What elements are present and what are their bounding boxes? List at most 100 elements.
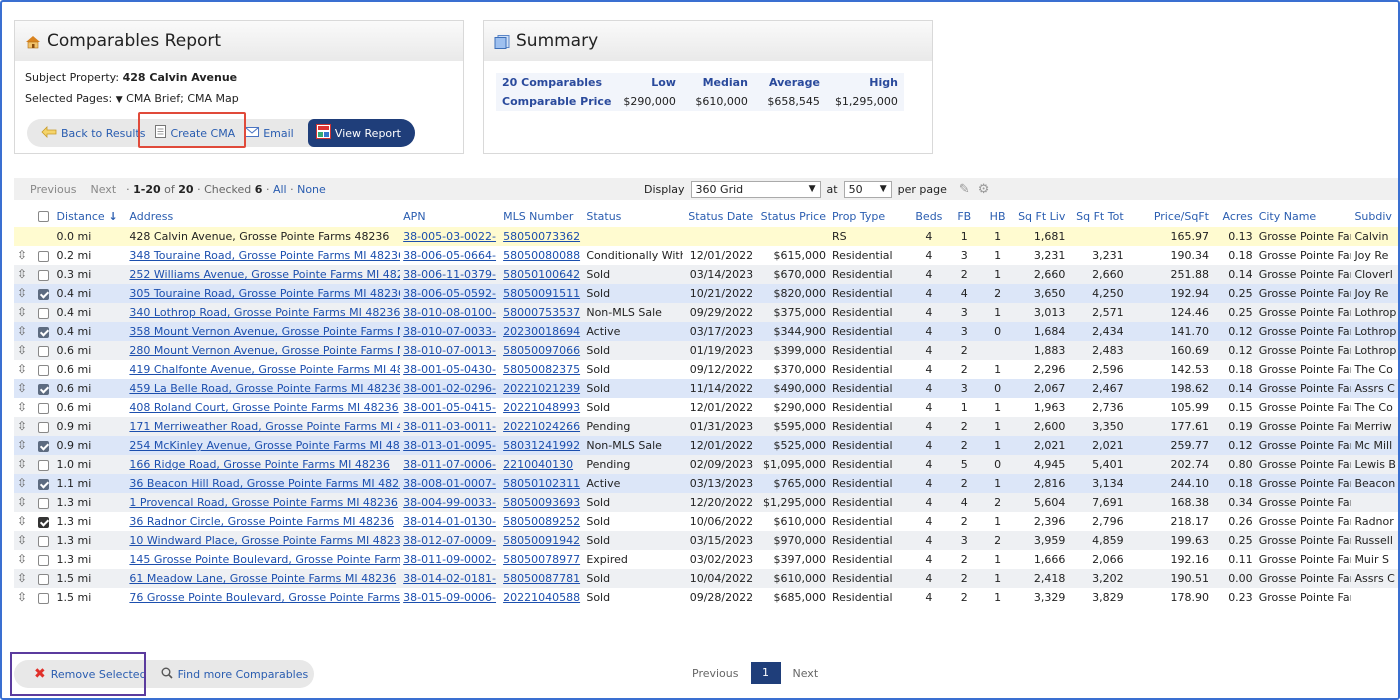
drag-handle-icon[interactable]: ⇳ — [17, 514, 27, 528]
col-mls-number[interactable]: MLS Number — [500, 205, 584, 227]
address-link[interactable]: 145 Grosse Pointe Boulevard, Grosse Poin… — [129, 553, 400, 566]
col-hb[interactable]: HB — [980, 205, 1015, 227]
drag-handle-icon[interactable]: ⇳ — [17, 533, 27, 547]
gear-icon[interactable]: ⚙ — [978, 182, 990, 197]
mls-link[interactable]: 58000753537 — [503, 306, 580, 319]
drag-handle-icon[interactable]: ⇳ — [17, 343, 27, 357]
back-to-results-button[interactable]: Back to Results — [41, 125, 145, 141]
mls-link[interactable]: 58050097066 — [503, 344, 580, 357]
row-select[interactable] — [34, 569, 54, 588]
row-select[interactable] — [34, 455, 54, 474]
row-grip[interactable]: ⇳ — [14, 246, 35, 265]
col-prop-type[interactable]: Prop Type — [828, 205, 911, 227]
pager-next[interactable]: Next — [793, 667, 819, 680]
table-row[interactable]: ⇳ 1.0 mi 166 Ridge Road, Grosse Pointe Far… — [14, 455, 1398, 474]
address-link[interactable]: 166 Ridge Road, Grosse Pointe Farms MI 4… — [129, 458, 389, 471]
row-grip[interactable]: ⇳ — [14, 360, 35, 379]
row-checkbox[interactable] — [37, 516, 49, 528]
apn-link[interactable]: 38-011-09-0002- — [403, 553, 496, 566]
apn-link[interactable]: 38-006-05-0592- — [403, 287, 496, 300]
table-row[interactable]: ⇳ 0.4 mi 305 Touraine Road, Grosse Pointe … — [14, 284, 1398, 303]
address-link[interactable]: 10 Windward Place, Grosse Pointe Farms M… — [129, 534, 400, 547]
table-row[interactable]: ⇳ 1.3 mi 36 Radnor Circle, Grosse Pointe F… — [14, 512, 1398, 531]
apn-link[interactable]: 38-014-02-0181- — [403, 572, 496, 585]
col-sqft-liv[interactable]: Sq Ft Liv — [1014, 205, 1069, 227]
table-row[interactable]: ⇳ 0.6 mi 280 Mount Vernon Avenue, Grosse P… — [14, 341, 1398, 360]
table-row[interactable]: ⇳ 0.4 mi 358 Mount Vernon Avenue, Grosse P… — [14, 322, 1398, 341]
mls-link[interactable]: 20221024266 — [503, 420, 580, 433]
mls-link[interactable]: 58050089252 — [503, 515, 580, 528]
row-select[interactable] — [34, 360, 54, 379]
header-checkbox[interactable] — [37, 211, 49, 222]
apn-link[interactable]: 38-001-05-0430- — [403, 363, 496, 376]
row-grip[interactable]: ⇳ — [14, 303, 35, 322]
email-button[interactable]: Email — [245, 126, 294, 140]
row-select[interactable] — [34, 246, 54, 265]
row-grip[interactable]: ⇳ — [14, 455, 35, 474]
col-subdiv[interactable]: Subdiv — [1351, 205, 1398, 227]
edit-icon[interactable]: ✎ — [959, 182, 970, 197]
row-grip[interactable]: ⇳ — [14, 265, 35, 284]
row-checkbox[interactable] — [37, 250, 49, 262]
table-row[interactable]: ⇳ 0.9 mi 171 Merriweather Road, Grosse Poi… — [14, 417, 1398, 436]
drag-handle-icon[interactable]: ⇳ — [17, 552, 27, 566]
row-select[interactable] — [34, 398, 54, 417]
col-acres[interactable]: Acres — [1211, 205, 1256, 227]
col-fb[interactable]: FB — [947, 205, 981, 227]
col-sqft-tot[interactable]: Sq Ft Tot — [1068, 205, 1127, 227]
table-row[interactable]: ⇳ 1.5 mi 61 Meadow Lane, Grosse Pointe Far… — [14, 569, 1398, 588]
drag-handle-icon[interactable]: ⇳ — [17, 381, 27, 395]
subject-row[interactable]: 0.0 mi 428 Calvin Avenue, Grosse Pointe F… — [14, 227, 1398, 246]
col-city-name[interactable]: City Name — [1255, 205, 1352, 227]
table-row[interactable]: ⇳ 1.3 mi 145 Grosse Pointe Boulevard, Gros… — [14, 550, 1398, 569]
table-row[interactable]: ⇳ 1.3 mi 1 Provencal Road, Grosse Pointe F… — [14, 493, 1398, 512]
address-link[interactable]: 76 Grosse Pointe Boulevard, Grosse Point… — [129, 591, 400, 604]
row-select[interactable] — [34, 322, 54, 341]
row-checkbox[interactable] — [37, 288, 49, 300]
drag-handle-icon[interactable]: ⇳ — [17, 590, 27, 604]
mls-link[interactable]: 58050078977 — [503, 553, 580, 566]
row-grip[interactable]: ⇳ — [14, 550, 35, 569]
drag-handle-icon[interactable]: ⇳ — [17, 571, 27, 585]
col-status[interactable]: Status — [583, 205, 684, 227]
mls-link[interactable]: 2210040130 — [503, 458, 573, 471]
apn-link[interactable]: 38-014-01-0130- — [403, 515, 496, 528]
row-select[interactable] — [34, 227, 54, 246]
address-link[interactable]: 36 Beacon Hill Road, Grosse Pointe Farms… — [129, 477, 400, 490]
apn-link[interactable]: 38-013-01-0095- — [403, 439, 496, 452]
toolbar-previous-link[interactable]: Previous — [30, 183, 77, 196]
address-link[interactable]: 36 Radnor Circle, Grosse Pointe Farms MI… — [129, 515, 394, 528]
row-grip[interactable]: ⇳ — [14, 417, 35, 436]
apn-link[interactable]: 38-012-07-0009- — [403, 534, 496, 547]
row-checkbox[interactable] — [37, 269, 49, 281]
mls-link[interactable]: 58031241992 — [503, 439, 580, 452]
col-status-date[interactable]: Status Date — [683, 205, 757, 227]
find-more-comparables-button[interactable]: Find more Comparables — [161, 667, 308, 682]
mls-link[interactable]: 58050093693 — [503, 496, 580, 509]
row-grip[interactable]: ⇳ — [14, 341, 35, 360]
apn-link[interactable]: 38-006-05-0664- — [403, 249, 496, 262]
apn-link[interactable]: 38-008-01-0007- — [403, 477, 496, 490]
address-link[interactable]: 171 Merriweather Road, Grosse Pointe Far… — [129, 420, 400, 433]
drag-handle-icon[interactable]: ⇳ — [17, 286, 27, 300]
drag-handle-icon[interactable]: ⇳ — [17, 438, 27, 452]
row-select[interactable] — [34, 265, 54, 284]
address-link[interactable]: 252 Williams Avenue, Grosse Pointe Farms… — [129, 268, 400, 281]
table-row[interactable]: ⇳ 0.3 mi 252 Williams Avenue, Grosse Point… — [14, 265, 1398, 284]
table-row[interactable]: ⇳ 0.4 mi 340 Lothrop Road, Grosse Pointe F… — [14, 303, 1398, 322]
apn-link[interactable]: 38-015-09-0006- — [403, 591, 496, 604]
col-distance[interactable]: Distance ↓ — [53, 205, 127, 227]
row-select[interactable] — [34, 493, 54, 512]
drag-handle-icon[interactable]: ⇳ — [17, 495, 27, 509]
row-select[interactable] — [34, 474, 54, 493]
table-row[interactable]: ⇳ 1.1 mi 36 Beacon Hill Road, Grosse Point… — [14, 474, 1398, 493]
row-checkbox[interactable] — [37, 364, 49, 376]
mls-link[interactable]: 20221040588 — [503, 591, 580, 604]
address-link[interactable]: 408 Roland Court, Grosse Pointe Farms MI… — [129, 401, 398, 414]
apn-link[interactable]: 38-010-07-0013- — [403, 344, 496, 357]
apn-link[interactable]: 38-001-02-0296- — [403, 382, 496, 395]
pager-previous[interactable]: Previous — [692, 667, 739, 680]
row-grip[interactable]: ⇳ — [14, 322, 35, 341]
create-cma-button[interactable]: Create CMA — [155, 125, 235, 141]
mls-link[interactable]: 58050091511 — [503, 287, 580, 300]
